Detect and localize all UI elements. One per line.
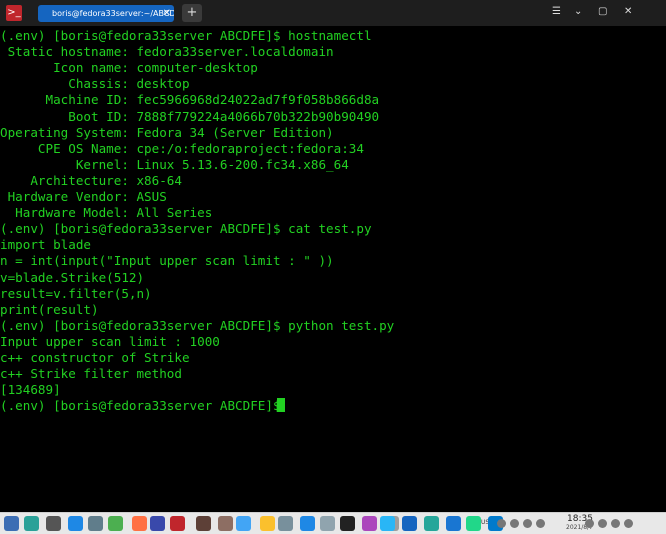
terminal-line: (.env) [boris@fedora33server ABCDFE]$ ca…	[0, 221, 372, 237]
terminal-line: n = int(input("Input upper scan limit : …	[0, 253, 334, 269]
terminal-output[interactable]: (.env) [boris@fedora33server ABCDFE]$ ho…	[0, 26, 666, 512]
menu-icon[interactable]: ☰	[552, 6, 561, 17]
terminal-cursor	[277, 398, 285, 412]
terminal-line: v=blade.Strike(512)	[0, 269, 145, 285]
terminal-line: Boot ID: 7888f779224a4066b70b322b90b9049…	[0, 108, 380, 124]
pin-icon[interactable]	[523, 519, 532, 528]
files-icon[interactable]	[24, 516, 39, 531]
terminal-line: Architecture: x86-64	[0, 172, 182, 188]
terminal-line: (.env) [boris@fedora33server ABCDFE]$	[0, 398, 289, 414]
terminal-line: result=v.filter(5,n)	[0, 285, 152, 301]
system-monitor-icon[interactable]	[218, 516, 233, 531]
terminal-line: Hardware Model: All Series	[0, 205, 213, 221]
terminal-line: Kernel: Linux 5.13.6-200.fc34.x86_64	[0, 156, 349, 172]
settings-icon[interactable]	[88, 516, 103, 531]
calendar-icon[interactable]	[320, 516, 335, 531]
terminal-line: Static hostname: fedora33server.localdom…	[0, 44, 334, 60]
pycharm-icon[interactable]	[466, 516, 481, 531]
jetbrains-icon[interactable]	[340, 516, 355, 531]
wireshark-icon[interactable]	[402, 516, 417, 531]
power-icon[interactable]	[611, 519, 620, 528]
close-icon[interactable]: ✕	[624, 6, 632, 17]
usb-icon[interactable]	[598, 519, 607, 528]
chat-icon[interactable]	[624, 519, 633, 528]
tab-terminal[interactable]: boris@fedora33server:~/ABCDFE ✕	[38, 5, 174, 22]
terminal-line: Operating System: Fedora 34 (Server Edit…	[0, 124, 334, 140]
photos-icon[interactable]	[424, 516, 439, 531]
notification-icon[interactable]	[585, 519, 594, 528]
word-icon[interactable]	[446, 516, 461, 531]
record-icon[interactable]	[510, 519, 519, 528]
terminal-line: c++ Strike filter method	[0, 366, 182, 382]
tab-close-icon[interactable]: ✕	[163, 5, 171, 22]
window-icon[interactable]	[46, 516, 61, 531]
tab-title: boris@fedora33server:~/ABCDFE	[52, 9, 174, 18]
maximize-icon[interactable]: ▢	[598, 6, 607, 17]
terminal-line: c++ constructor of Strike	[0, 350, 190, 365]
terminal-line: (.env) [boris@fedora33server ABCDFE]$ py…	[0, 317, 395, 333]
taskbar: US 18:35 2021/8/7	[0, 512, 666, 534]
fedora-logo-icon[interactable]	[4, 516, 19, 531]
terminal-line: [134689]	[0, 382, 61, 398]
bluetooth-icon[interactable]	[536, 519, 545, 528]
minimize-icon[interactable]: ⌄	[574, 6, 582, 17]
terminal-line: Chassis: desktop	[0, 76, 190, 92]
terminal-line: CPE OS Name: cpe:/o:fedoraproject:fedora…	[0, 140, 364, 156]
terminal-icon[interactable]	[170, 516, 185, 531]
terminal-line: print(result)	[0, 301, 99, 317]
notes-icon[interactable]	[260, 516, 275, 531]
apps-grid-icon[interactable]	[300, 516, 315, 531]
vm-icon[interactable]	[196, 516, 211, 531]
terminal-line: (.env) [boris@fedora33server ABCDFE]$ ho…	[0, 28, 372, 43]
terminal-line: Machine ID: fec5966968d24022ad7f9f058b86…	[0, 92, 380, 108]
title-bar: >_ boris@fedora33server:~/ABCDFE ✕ + ☰ ⌄…	[0, 0, 666, 26]
virtualbox-icon[interactable]	[150, 516, 165, 531]
terminal-app-icon[interactable]: >_	[6, 5, 22, 21]
editor-icon[interactable]	[278, 516, 293, 531]
shotwell-icon[interactable]	[362, 516, 377, 531]
terminal-line: Input upper scan limit : 1000	[0, 333, 220, 349]
store-icon[interactable]	[68, 516, 83, 531]
telegram-icon[interactable]	[380, 516, 395, 531]
terminal-line: Hardware Vendor: ASUS	[0, 189, 167, 204]
network-icon[interactable]	[236, 516, 251, 531]
terminal-line: import blade	[0, 237, 91, 253]
shield-icon[interactable]	[497, 519, 506, 528]
new-tab-button[interactable]: +	[182, 4, 202, 22]
terminal-line: Icon name: computer-desktop	[0, 60, 258, 76]
firefox-icon[interactable]	[132, 516, 147, 531]
chrome-icon[interactable]	[108, 516, 123, 531]
